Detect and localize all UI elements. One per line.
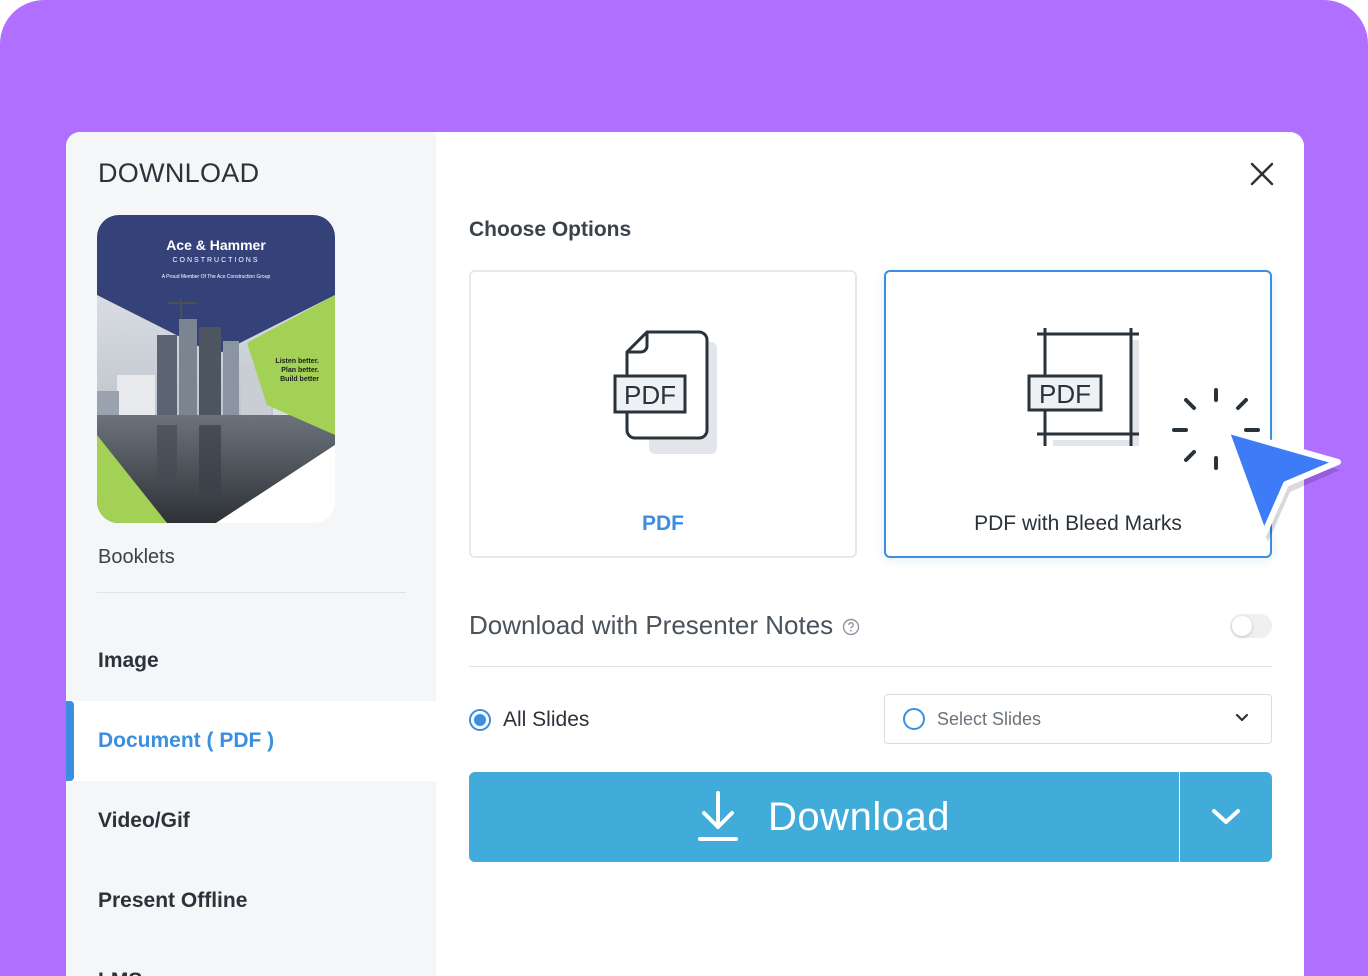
- download-icon: [698, 791, 739, 841]
- download-button[interactable]: Download: [469, 772, 1179, 862]
- chevron-down-icon: [1212, 809, 1240, 824]
- preview-slogan-3: Build better: [280, 376, 319, 383]
- preview-brand-sub: CONSTRUCTIONS: [172, 257, 259, 264]
- close-icon: [1250, 162, 1274, 186]
- pdf-bleed-marks-icon: PDF: [1027, 328, 1139, 446]
- option-pdf-label: PDF: [642, 512, 684, 535]
- preview-slogan-2: Plan better.: [281, 367, 319, 374]
- download-sidebar: DOWNLOAD Ace & Hammer CONSTRUCTIONS A Pr…: [66, 132, 436, 976]
- nav-item-video-gif[interactable]: Video/Gif: [66, 781, 436, 861]
- option-pdf[interactable]: PDF PDF: [469, 270, 857, 558]
- presenter-notes-label: Download with Presenter Notes: [469, 610, 834, 640]
- download-dialog: DOWNLOAD Ace & Hammer CONSTRUCTIONS A Pr…: [66, 132, 1304, 976]
- click-pointer-icon: [1172, 388, 1341, 542]
- all-slides-radio[interactable]: [469, 709, 491, 731]
- chevron-down-icon: [1235, 713, 1249, 722]
- preview-slogan-1: Listen better.: [275, 358, 319, 365]
- notes-divider: [469, 666, 1272, 667]
- select-slides-dropdown[interactable]: Select Slides: [884, 694, 1272, 744]
- preview-tagline: A Proud Member Of The Ace Construction G…: [162, 274, 271, 280]
- dialog-title: DOWNLOAD: [98, 158, 260, 188]
- nav-item-present-offline[interactable]: Present Offline: [66, 861, 436, 941]
- nav-item-lms[interactable]: LMS: [66, 941, 436, 976]
- pdf-bleed-icon-text: PDF: [1039, 379, 1091, 409]
- nav-item-image[interactable]: Image: [66, 621, 436, 701]
- help-icon[interactable]: [842, 618, 860, 636]
- pdf-icon-text: PDF: [624, 380, 676, 410]
- app-background: DOWNLOAD Ace & Hammer CONSTRUCTIONS A Pr…: [0, 0, 1368, 976]
- download-button-label: Download: [768, 794, 950, 839]
- pdf-file-icon: PDF: [613, 330, 717, 454]
- toggle-knob: [1232, 616, 1252, 636]
- close-button[interactable]: [1246, 158, 1278, 190]
- presenter-notes-row: Download with Presenter Notes: [469, 608, 1272, 648]
- select-slides-placeholder: Select Slides: [937, 708, 1042, 729]
- preview-brand: Ace & Hammer: [166, 237, 266, 253]
- download-options-toggle[interactable]: [1180, 772, 1272, 862]
- presenter-notes-toggle[interactable]: [1230, 614, 1272, 638]
- all-slides-option[interactable]: All Slides: [469, 708, 589, 732]
- design-preview-thumbnail: Ace & Hammer CONSTRUCTIONS A Proud Membe…: [97, 215, 335, 523]
- design-category: Booklets: [98, 546, 175, 568]
- select-slides-radio[interactable]: [903, 708, 925, 730]
- all-slides-label: All Slides: [503, 708, 590, 731]
- section-title: Choose Options: [469, 218, 632, 241]
- nav-item-document-pdf[interactable]: Document ( PDF ): [66, 701, 436, 781]
- sidebar-divider: [97, 592, 406, 593]
- pointer-cursor: [1168, 384, 1358, 554]
